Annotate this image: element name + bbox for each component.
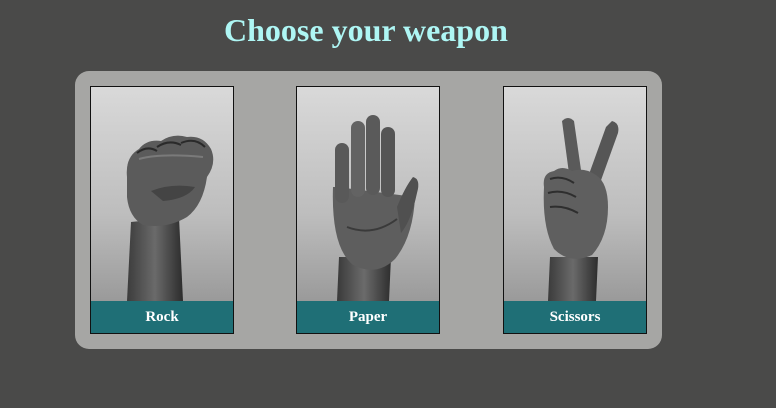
weapon-label-rock[interactable]: Rock xyxy=(91,301,233,333)
weapon-card-paper[interactable]: Paper xyxy=(296,86,440,334)
weapon-selection-panel: Rock Paper Scissors xyxy=(75,71,662,349)
page-title: Choose your weapon xyxy=(224,12,508,48)
weapon-card-scissors[interactable]: Scissors xyxy=(503,86,647,334)
weapon-label-paper[interactable]: Paper xyxy=(297,301,439,333)
weapon-label-scissors[interactable]: Scissors xyxy=(504,301,646,333)
weapon-card-rock[interactable]: Rock xyxy=(90,86,234,334)
fist-hand-icon xyxy=(91,87,233,301)
open-hand-icon xyxy=(297,87,439,301)
peace-sign-hand-icon xyxy=(504,87,646,301)
